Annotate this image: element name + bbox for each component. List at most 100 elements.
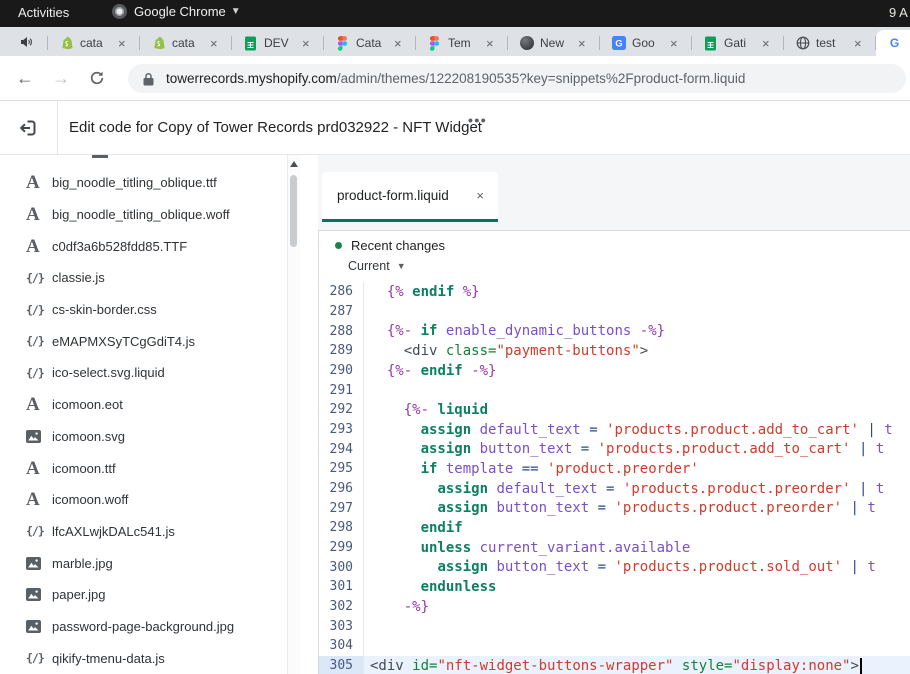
browser-tab[interactable]: GGoo× — [600, 30, 692, 56]
figma-icon — [427, 36, 442, 51]
reload-button[interactable] — [84, 65, 110, 91]
file-list-item[interactable]: Abig_noodle_titling_oblique.woff — [0, 199, 286, 231]
tab-close-icon[interactable]: × — [486, 36, 494, 51]
browser-tab[interactable]: cata× — [48, 30, 140, 56]
file-list-item[interactable]: Ac0df3a6b528fdd85.TTF — [0, 230, 286, 262]
tab-title: DEV — [264, 36, 300, 50]
file-list-item[interactable]: icomoon.svg — [0, 421, 286, 453]
code-area[interactable]: 286 {% endif %}287288 {%- if enable_dyna… — [319, 282, 910, 674]
code-line[interactable]: 292 {%- liquid — [319, 400, 910, 420]
file-list-item[interactable]: Aicomoon.eot — [0, 389, 286, 421]
browser-tab[interactable]: New× — [508, 30, 600, 56]
file-list-item[interactable]: {/}classie.js — [0, 262, 286, 294]
code-icon: {/} — [26, 303, 52, 317]
code-line-text[interactable]: {%- if enable_dynamic_buttons -%} — [364, 321, 910, 341]
tab-close-icon[interactable]: × — [670, 36, 678, 51]
code-line-text[interactable]: assign button_text = 'products.product.p… — [364, 498, 910, 518]
code-line-text[interactable] — [364, 302, 910, 322]
address-bar[interactable]: towerrecords.myshopify.com/admin/themes/… — [128, 64, 906, 93]
code-line[interactable]: 288 {%- if enable_dynamic_buttons -%} — [319, 321, 910, 341]
browser-tab[interactable]: test× — [784, 30, 876, 56]
forward-button[interactable]: → — [48, 65, 74, 91]
tab-title: Tem — [448, 36, 484, 50]
code-line[interactable]: 294 assign button_text = 'products.produ… — [319, 439, 910, 459]
file-list-item[interactable]: Aicomoon.woff — [0, 484, 286, 516]
file-list-item[interactable]: paper.jpg — [0, 579, 286, 611]
code-line[interactable]: 290 {%- endif -%} — [319, 361, 910, 381]
tab-close-icon[interactable]: × — [302, 36, 310, 51]
browser-tab[interactable]: Gati× — [692, 30, 784, 56]
file-list: Abig_noodle_titling_oblique.ttfAbig_nood… — [0, 167, 286, 674]
clock-label[interactable]: 9 A — [889, 5, 908, 20]
code-line[interactable]: 291 — [319, 380, 910, 400]
version-dropdown[interactable]: Current ▼ — [348, 259, 406, 273]
code-line[interactable]: 287 — [319, 302, 910, 322]
code-line-text[interactable]: if template == 'product.preorder' — [364, 459, 910, 479]
code-line-text[interactable]: unless current_variant.available — [364, 538, 910, 558]
code-line-text[interactable]: assign button_text = 'products.product.a… — [364, 439, 910, 459]
code-line[interactable]: 289 <div class="payment-buttons"> — [319, 341, 910, 361]
tab-close-icon[interactable]: × — [210, 36, 218, 51]
tab-close-icon[interactable]: × — [578, 36, 586, 51]
file-list-item[interactable]: {/}qikify-tmenu-data.js — [0, 642, 286, 674]
file-name: big_noodle_titling_oblique.woff — [52, 207, 230, 222]
code-line[interactable]: 286 {% endif %} — [319, 282, 910, 302]
code-line-text[interactable]: <div class="payment-buttons"> — [364, 341, 910, 361]
code-line[interactable]: 302 -%} — [319, 597, 910, 617]
tab-title: Goo — [632, 36, 668, 50]
editor-file-tab[interactable]: product-form.liquid × — [322, 172, 498, 219]
code-line-text[interactable] — [364, 616, 910, 636]
code-line-text[interactable]: assign default_text = 'products.product.… — [364, 479, 910, 499]
file-list-item[interactable]: {/}eMAPMXSyTCgGdiT4.js — [0, 325, 286, 357]
browser-tab[interactable]: G — [876, 30, 910, 56]
tab-close-icon[interactable]: × — [394, 36, 402, 51]
editor-tab-close-icon[interactable]: × — [476, 188, 484, 203]
code-line[interactable]: 299 unless current_variant.available — [319, 538, 910, 558]
browser-tab[interactable]: Cata× — [324, 30, 416, 56]
activities-button[interactable]: Activities — [18, 5, 69, 20]
code-line[interactable]: 304 — [319, 636, 910, 656]
code-line-text[interactable] — [364, 636, 910, 656]
code-line[interactable]: 303 — [319, 616, 910, 636]
code-line[interactable]: 300 assign button_text = 'products.produ… — [319, 557, 910, 577]
code-line[interactable]: 298 endif — [319, 518, 910, 538]
exit-code-editor-button[interactable] — [18, 118, 38, 138]
code-line[interactable]: 293 assign default_text = 'products.prod… — [319, 420, 910, 440]
tab-close-icon[interactable]: × — [762, 36, 770, 51]
code-line[interactable]: 295 if template == 'product.preorder' — [319, 459, 910, 479]
code-line-text[interactable]: endif — [364, 518, 910, 538]
code-line-text[interactable]: endunless — [364, 577, 910, 597]
code-line-text[interactable]: assign default_text = 'products.product.… — [364, 420, 910, 440]
code-line-text[interactable]: {%- endif -%} — [364, 361, 910, 381]
code-icon: {/} — [26, 524, 52, 538]
app-menu-button[interactable]: Google Chrome ▼ — [112, 4, 241, 19]
file-list-item[interactable]: Aicomoon.ttf — [0, 452, 286, 484]
file-list-item[interactable]: {/}lfcAXLwjkDALc541.js — [0, 516, 286, 548]
tab-close-icon[interactable]: × — [854, 36, 862, 51]
sidebar-scrollbar[interactable] — [287, 155, 300, 674]
scroll-up-arrow-icon[interactable] — [290, 161, 298, 167]
code-line[interactable]: 301 endunless — [319, 577, 910, 597]
tab-close-icon[interactable]: × — [118, 36, 126, 51]
code-line-text[interactable] — [364, 380, 910, 400]
back-button[interactable]: ← — [12, 65, 38, 91]
code-line-text[interactable]: {% endif %} — [364, 282, 910, 302]
scrollbar-thumb[interactable] — [290, 175, 297, 247]
file-list-item[interactable]: Abig_noodle_titling_oblique.ttf — [0, 167, 286, 199]
code-line[interactable]: 296 assign default_text = 'products.prod… — [319, 479, 910, 499]
file-list-item[interactable]: password-page-background.jpg — [0, 611, 286, 643]
browser-tab[interactable]: Tem× — [416, 30, 508, 56]
lock-icon[interactable] — [143, 72, 154, 86]
file-list-item[interactable]: {/}cs-skin-border.css — [0, 294, 286, 326]
code-line-text[interactable]: -%} — [364, 597, 910, 617]
file-list-item[interactable]: marble.jpg — [0, 547, 286, 579]
browser-tab[interactable]: DEV× — [232, 30, 324, 56]
code-line[interactable]: 305<div id="nft-widget-buttons-wrapper" … — [319, 656, 910, 674]
code-line[interactable]: 297 assign button_text = 'products.produ… — [319, 498, 910, 518]
file-list-item[interactable]: {/}ico-select.svg.liquid — [0, 357, 286, 389]
code-line-text[interactable]: assign button_text = 'products.product.s… — [364, 557, 910, 577]
code-line-text[interactable]: <div id="nft-widget-buttons-wrapper" sty… — [364, 656, 910, 674]
browser-tab[interactable]: cata× — [140, 30, 232, 56]
code-line-text[interactable]: {%- liquid — [364, 400, 910, 420]
more-actions-button[interactable]: ••• — [468, 112, 487, 128]
